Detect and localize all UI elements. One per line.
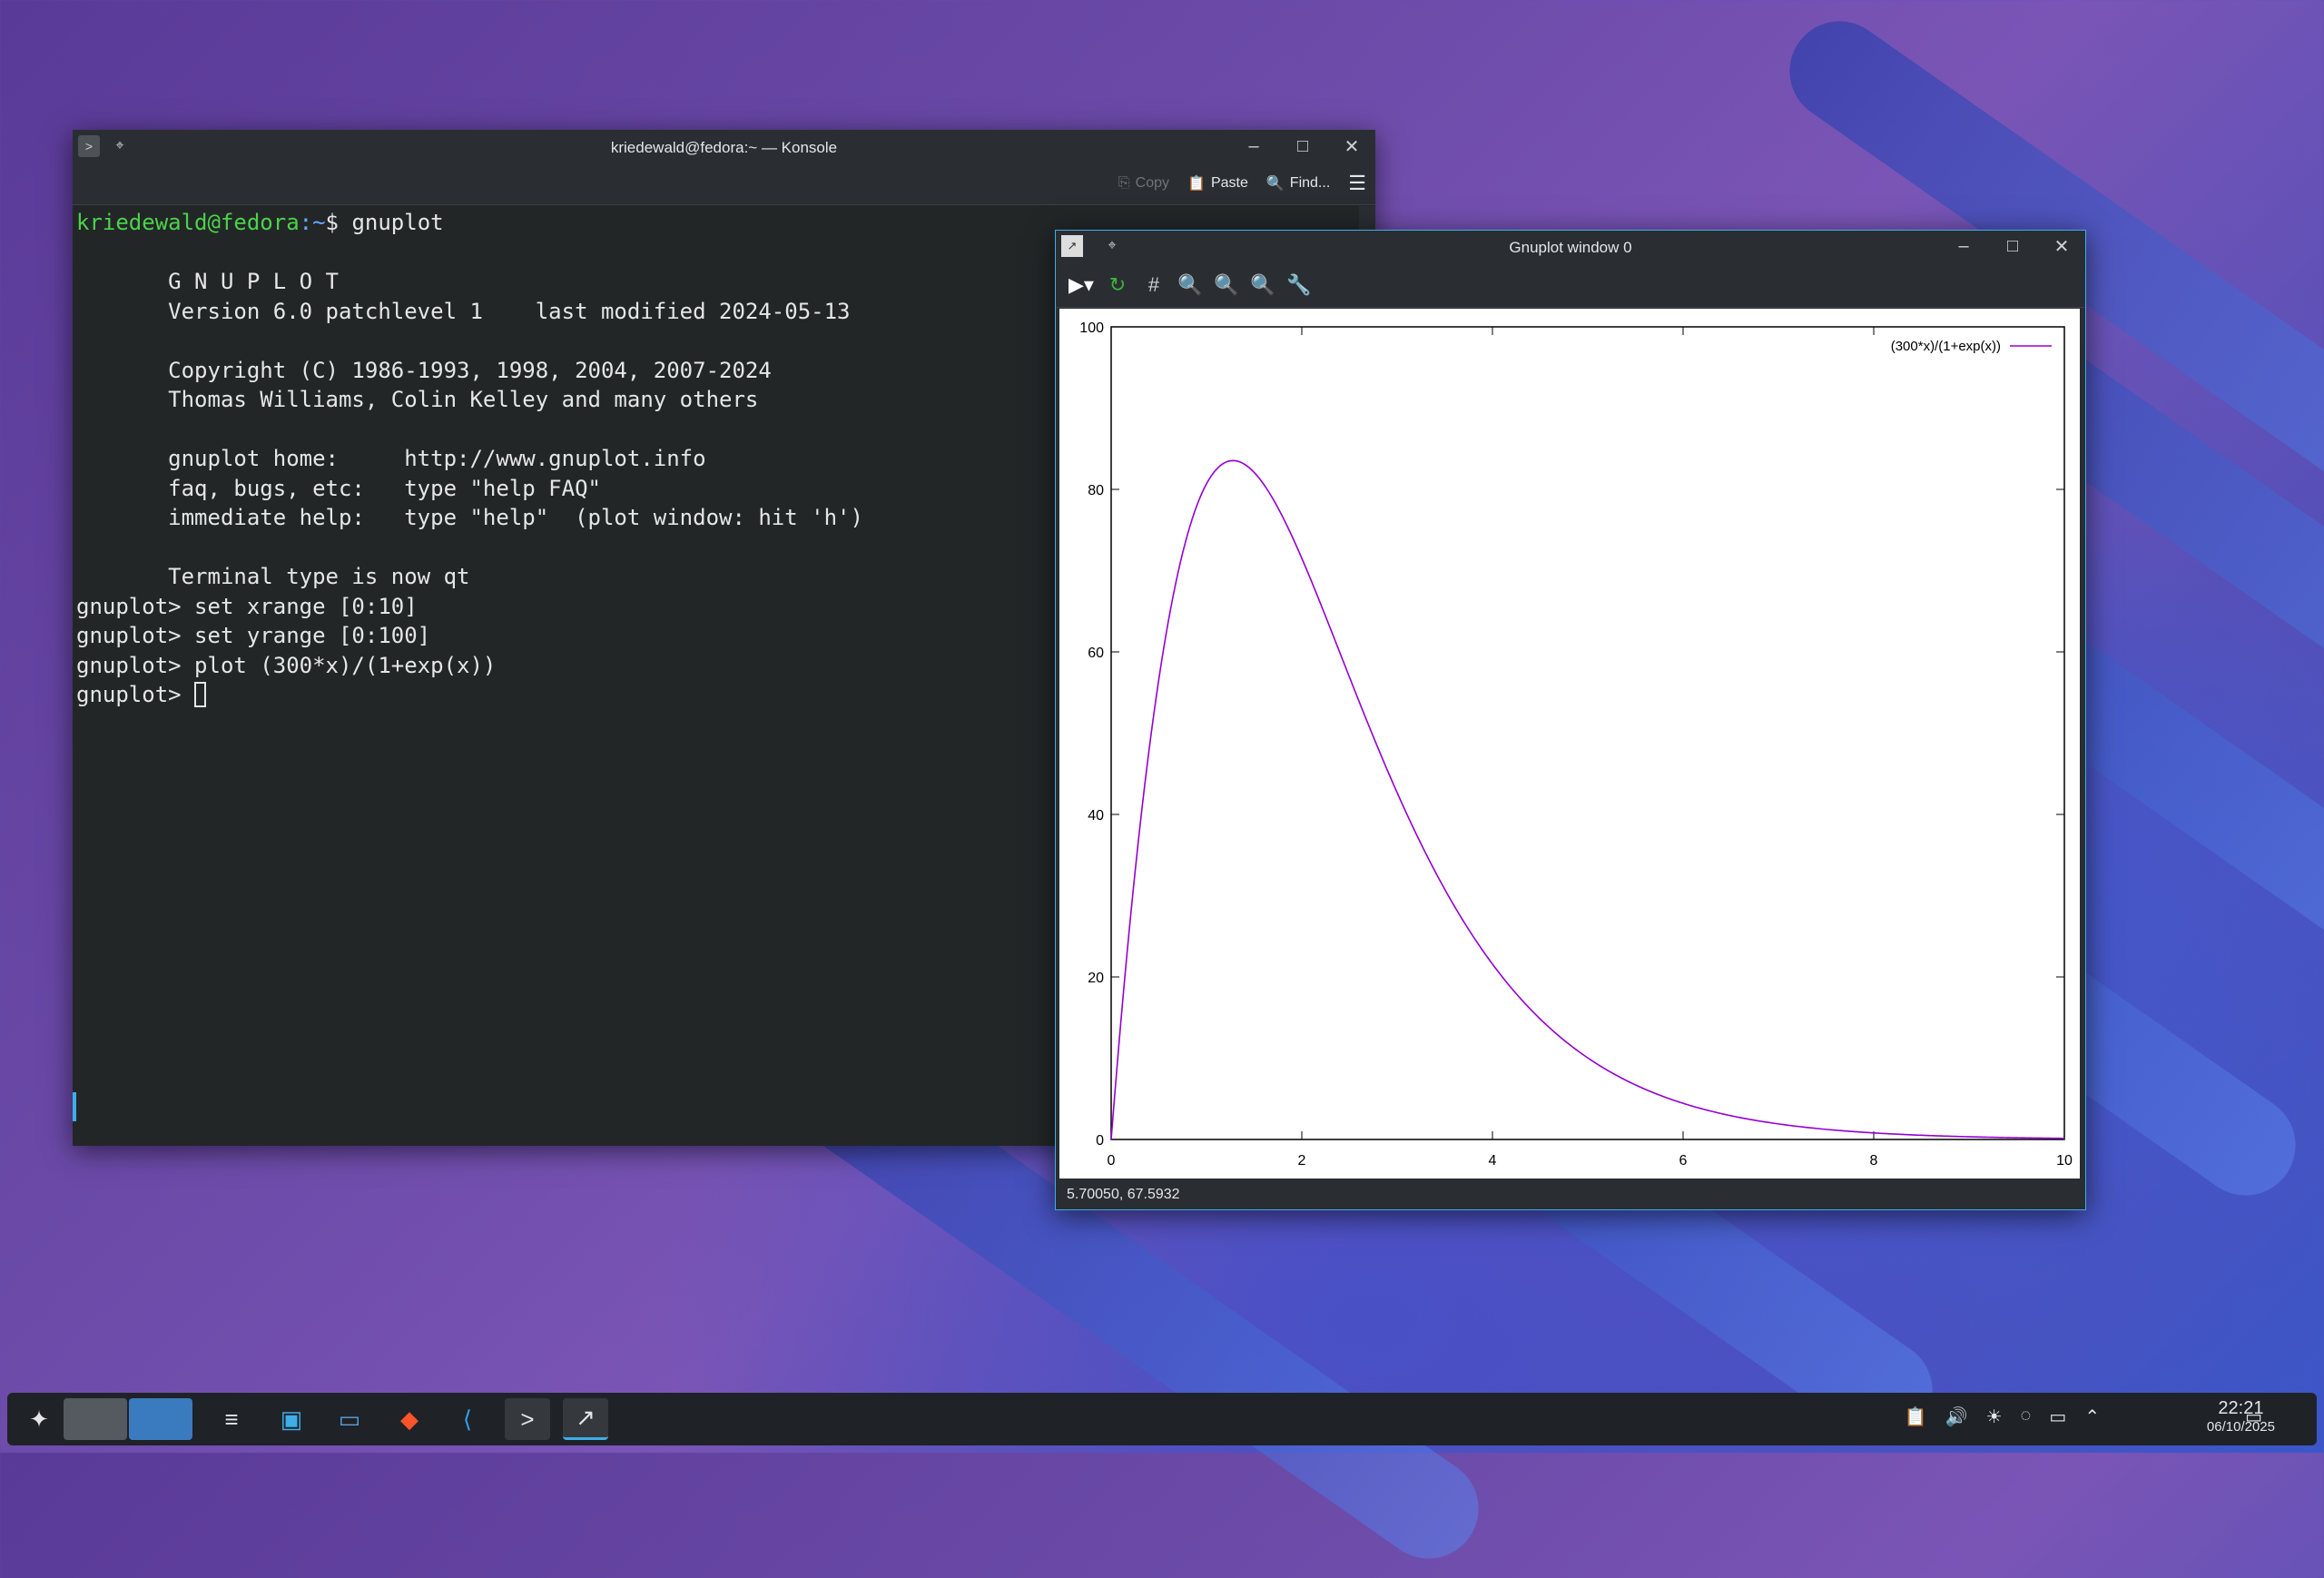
hamburger-menu-button[interactable]: ☰ <box>1348 172 1366 195</box>
zoom-next-icon[interactable]: 🔍 <box>1212 271 1241 300</box>
wifi-icon[interactable]: ◌ <box>2021 1405 2032 1428</box>
clipboard-icon[interactable]: 📋 <box>1905 1405 1927 1428</box>
y-tick-label: 100 <box>1079 321 1104 336</box>
copy-icon: ⎘ <box>1118 175 1130 191</box>
x-tick-label: 6 <box>1679 1153 1688 1169</box>
find-button[interactable]: 🔍 Find... <box>1266 174 1330 192</box>
scroll-marker <box>73 1092 76 1121</box>
application-launcher-icon[interactable]: ✦ <box>16 1398 62 1440</box>
autoscale-icon[interactable]: 🔍 <box>1248 271 1277 300</box>
virtual-desktop-2[interactable] <box>129 1398 192 1440</box>
plot-area[interactable]: 0 2 4 6 8 10 0 20 40 60 80 100 (300*x)/(1+exp(x)) <box>1059 309 2080 1179</box>
copy-button[interactable]: ⎘ Copy <box>1118 175 1169 192</box>
y-tick-label: 0 <box>1096 1133 1104 1149</box>
search-icon: 🔍 <box>1265 176 1285 192</box>
menu-icon: ☰ <box>1348 172 1366 194</box>
paste-label: Paste <box>1210 175 1248 191</box>
vscode-icon[interactable]: ⟨ <box>445 1398 490 1440</box>
zoom-previous-icon[interactable]: 🔍 <box>1176 271 1205 300</box>
y-tick-label: 20 <box>1088 971 1104 986</box>
x-tick-label: 4 <box>1489 1153 1497 1169</box>
discover-store-icon[interactable]: ▣ <box>269 1398 314 1440</box>
legend-label: (300*x)/(1+exp(x)) <box>1891 339 2001 354</box>
expand-tray-icon[interactable]: ⌃ <box>2084 1405 2100 1428</box>
y-tick-label: 80 <box>1088 483 1104 498</box>
file-manager-icon[interactable]: ▭ <box>327 1398 372 1440</box>
minimize-button[interactable]: – <box>1239 133 1268 159</box>
settings-wrench-icon[interactable]: 🔧 <box>1285 271 1314 300</box>
x-tick-label: 10 <box>2056 1153 2073 1169</box>
window-title: Gnuplot window 0 <box>1509 239 1632 256</box>
x-tick-label: 2 <box>1298 1153 1306 1169</box>
active-prompt: gnuplot> <box>76 682 195 707</box>
paste-button[interactable]: 📋 Paste <box>1187 174 1248 192</box>
clock[interactable]: 22:21 06/10/2025 <box>2207 1398 2275 1435</box>
paste-icon: 📋 <box>1187 176 1206 192</box>
prompt-path: :~ <box>299 210 326 235</box>
prompt-user: kriedewald@fedora <box>76 210 300 235</box>
konsole-titlebar[interactable]: > ⌖ kriedewald@fedora:~ — Konsole – □ ✕ <box>73 130 1375 164</box>
y-tick-label: 60 <box>1088 646 1104 661</box>
grid-icon[interactable]: # <box>1139 271 1168 300</box>
brightness-icon[interactable]: ☀ <box>1986 1405 2003 1428</box>
text-cursor <box>194 682 207 707</box>
export-icon[interactable]: ▶▾ <box>1067 271 1096 300</box>
gnuplot-window[interactable]: ↗ ⌖ Gnuplot window 0 – □ ✕ ▶▾ ↻ # 🔍 🔍 🔍 … <box>1055 230 2086 1210</box>
system-settings-icon[interactable]: ≡ <box>209 1398 254 1440</box>
prompt-command: $ gnuplot <box>325 210 444 235</box>
status-bar: 5.70050, 67.5932 <box>1067 1187 1180 1202</box>
volume-icon[interactable]: 🔊 <box>1945 1405 1968 1428</box>
replot-icon[interactable]: ↻ <box>1103 271 1132 300</box>
gnuplot-titlebar[interactable]: ↗ ⌖ Gnuplot window 0 – □ ✕ <box>1056 231 2085 263</box>
battery-icon[interactable]: ▭ <box>2049 1405 2066 1428</box>
clock-date: 06/10/2025 <box>2206 1419 2275 1435</box>
virtual-desktop-1[interactable] <box>64 1398 127 1440</box>
maximize-button[interactable]: □ <box>1288 133 1317 159</box>
konsole-toolbar: ⎘ Copy 📋 Paste 🔍 Find... ☰ <box>73 164 1375 205</box>
close-button[interactable]: ✕ <box>1337 133 1366 159</box>
copy-label: Copy <box>1135 175 1170 191</box>
gnuplot-toolbar: ▶▾ ↻ # 🔍 🔍 🔍 🔧 <box>1056 263 2085 308</box>
plot-border <box>1110 326 2065 1140</box>
maximize-button[interactable]: □ <box>1998 233 2027 259</box>
taskbar: ✦ ≡ ▣ ▭ ◆ ⟨ > ↗ 📋 🔊 ☀ ◌ ▭ ⌃ ▭ 22:21 06/1… <box>7 1393 2317 1445</box>
brave-browser-icon[interactable]: ◆ <box>387 1398 432 1440</box>
x-tick-label: 8 <box>1870 1153 1878 1169</box>
window-title: kriedewald@fedora:~ — Konsole <box>610 139 838 156</box>
clock-time: 22:21 <box>2218 1398 2264 1418</box>
y-tick-label: 40 <box>1088 808 1104 824</box>
series-line <box>1110 459 2065 1140</box>
close-button[interactable]: ✕ <box>2047 233 2076 259</box>
gnuplot-task[interactable]: ↗ <box>563 1398 608 1440</box>
chart-svg: 0 2 4 6 8 10020406080100(300*x)/(1+exp(x)) <box>1079 321 2073 1169</box>
konsole-task[interactable]: > <box>505 1398 550 1440</box>
x-tick-label: 0 <box>1108 1153 1116 1169</box>
minimize-button[interactable]: – <box>1949 233 1978 259</box>
find-label: Find... <box>1289 175 1331 191</box>
